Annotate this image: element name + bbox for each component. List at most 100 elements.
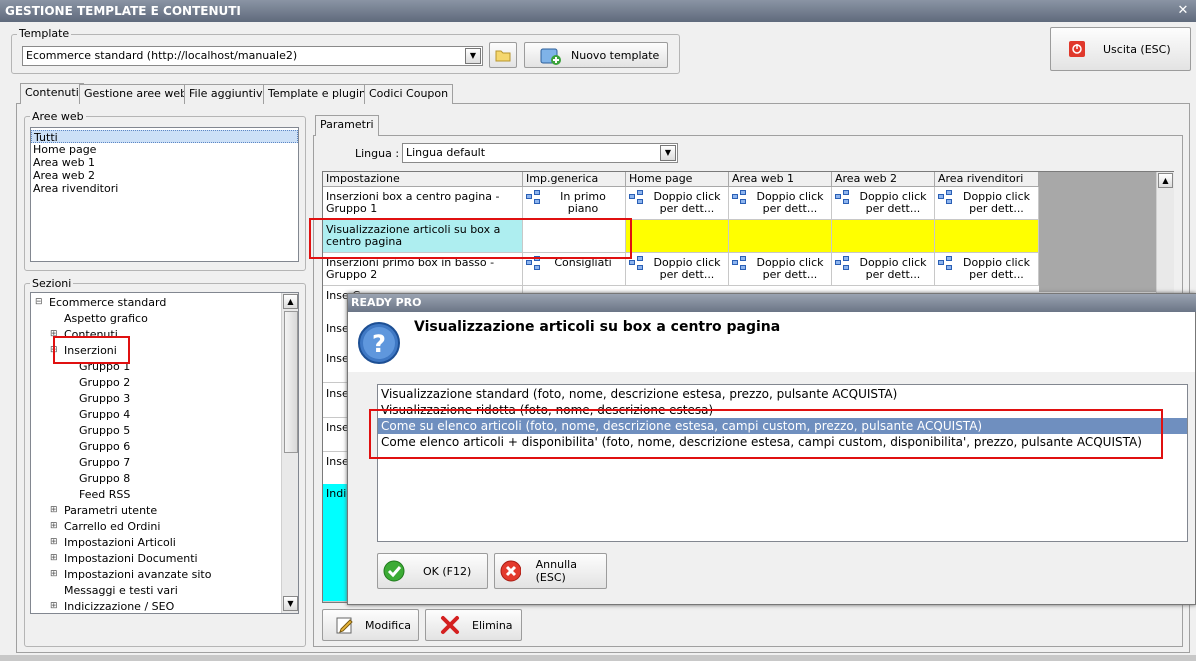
cell-text: In primo piano <box>560 190 606 215</box>
tree-item[interactable]: Impostazioni avanzate sito <box>64 568 211 582</box>
expand-icon[interactable]: ⊞ <box>50 505 58 515</box>
tree-item[interactable]: Impostazioni Documenti <box>64 552 198 566</box>
list-item[interactable]: Tutti <box>31 130 298 144</box>
ok-button[interactable]: OK (F12) <box>377 553 488 589</box>
tree-item[interactable]: Indicizzazione / SEO <box>64 600 174 613</box>
tree-item[interactable]: Gruppo 3 <box>79 392 130 406</box>
column-header[interactable]: Area web 2 <box>832 172 935 187</box>
tree-value-icon <box>835 190 850 205</box>
list-item[interactable]: Home page <box>31 143 298 156</box>
tree-item[interactable]: Parametri utente <box>64 504 157 518</box>
table-cell[interactable]: Doppio click per dett... <box>729 187 832 220</box>
table-cell[interactable]: Doppio click per dett... <box>832 253 935 286</box>
tree-item[interactable]: Gruppo 8 <box>79 472 130 486</box>
tab-template-plugins[interactable]: Template e plugins <box>263 84 377 104</box>
cell-text: Doppio click per dett... <box>756 256 824 281</box>
tree-item[interactable]: Gruppo 7 <box>79 456 130 470</box>
tree-value-icon <box>732 190 747 205</box>
collapse-icon[interactable]: ⊟ <box>35 297 43 307</box>
aree-web-list[interactable]: Tutti Home page Area web 1 Area web 2 Ar… <box>30 127 299 262</box>
highlight-options <box>369 409 1163 459</box>
svg-text:?: ? <box>372 330 386 358</box>
table-cell[interactable]: In primo piano <box>523 187 626 220</box>
expand-icon[interactable]: ⊞ <box>50 601 58 611</box>
exit-label: Uscita (ESC) <box>1103 42 1171 56</box>
list-item[interactable]: Area web 1 <box>31 156 298 169</box>
column-header[interactable]: Area web 1 <box>729 172 832 187</box>
option-item[interactable]: Visualizzazione standard (foto, nome, de… <box>378 386 1187 402</box>
column-header[interactable]: Home page <box>626 172 729 187</box>
cell-text: Doppio click per dett... <box>962 190 1031 215</box>
cell-text: Doppio click per dett... <box>653 190 721 215</box>
tree-value-icon <box>835 256 850 271</box>
expand-icon[interactable]: ⊞ <box>50 537 58 547</box>
scroll-up-icon[interactable]: ▲ <box>283 294 298 309</box>
tab-contenuti[interactable]: Contenuti <box>20 83 84 104</box>
expand-icon[interactable]: ⊞ <box>50 569 58 579</box>
delete-icon <box>441 616 459 634</box>
tree-item[interactable]: Gruppo 2 <box>79 376 130 390</box>
tree-item[interactable]: Gruppo 6 <box>79 440 130 454</box>
tree-item[interactable]: Messaggi e testi vari <box>64 584 178 598</box>
table-cell[interactable] <box>832 220 935 253</box>
tree-value-icon <box>938 190 953 205</box>
chevron-down-icon[interactable]: ▼ <box>660 145 676 161</box>
tree-item[interactable]: Ecommerce standard <box>49 296 166 310</box>
choice-dialog: READY PRO ? Visualizzazione articoli su … <box>347 293 1196 605</box>
tree-scrollbar[interactable]: ▲ ▼ <box>281 293 298 613</box>
tree-item[interactable]: Impostazioni Articoli <box>64 536 176 550</box>
table-cell[interactable]: Doppio click per dett... <box>626 187 729 220</box>
tree-item[interactable]: Carrello ed Ordini <box>64 520 160 534</box>
exit-button[interactable]: Uscita (ESC) <box>1050 27 1191 71</box>
elimina-button[interactable]: Elimina <box>425 609 522 641</box>
list-item[interactable]: Area web 2 <box>31 169 298 182</box>
edit-icon <box>336 617 353 634</box>
expand-icon[interactable]: ⊞ <box>50 521 58 531</box>
modifica-label: Modifica <box>365 618 411 632</box>
window-bottom-border <box>0 655 1196 661</box>
template-select[interactable]: Ecommerce standard (http://localhost/man… <box>22 46 483 66</box>
scroll-down-icon[interactable]: ▼ <box>283 596 298 611</box>
cell-text: Doppio click per dett... <box>962 256 1031 281</box>
folder-icon <box>495 50 511 62</box>
tab-gestione-aree-web[interactable]: Gestione aree web <box>79 84 193 104</box>
table-cell[interactable]: Doppio click per dett... <box>935 253 1039 286</box>
highlight-inserzioni <box>53 336 130 364</box>
tab-parametri[interactable]: Parametri <box>315 115 379 136</box>
options-list[interactable]: Visualizzazione standard (foto, nome, de… <box>377 384 1188 542</box>
modifica-button[interactable]: Modifica <box>322 609 419 641</box>
open-folder-button[interactable] <box>489 42 517 68</box>
chevron-down-icon[interactable]: ▼ <box>465 48 481 64</box>
table-cell[interactable] <box>626 220 729 253</box>
tree-item[interactable]: Gruppo 5 <box>79 424 130 438</box>
scroll-up-icon[interactable]: ▲ <box>1158 173 1173 188</box>
column-header[interactable]: Imp.generica <box>523 172 626 187</box>
tab-file-aggiuntivi[interactable]: File aggiuntivi <box>184 84 271 104</box>
expand-icon[interactable]: ⊞ <box>50 553 58 563</box>
tab-codici-coupon[interactable]: Codici Coupon <box>364 84 454 104</box>
new-template-label: Nuovo template <box>571 48 660 62</box>
close-icon[interactable]: ✕ <box>1176 0 1190 22</box>
tree-item[interactable]: Aspetto grafico <box>64 312 148 326</box>
table-cell[interactable]: Doppio click per dett... <box>729 253 832 286</box>
table-cell[interactable]: Doppio click per dett... <box>832 187 935 220</box>
lingua-label: Lingua : <box>355 147 400 160</box>
table-row-name[interactable]: Inserzioni box a centro pagina - Gruppo … <box>323 187 523 220</box>
scroll-thumb[interactable] <box>284 311 298 453</box>
new-template-icon <box>540 48 561 65</box>
new-template-button[interactable]: Nuovo template <box>524 42 668 68</box>
table-cell[interactable]: Doppio click per dett... <box>935 187 1039 220</box>
lingua-select[interactable]: Lingua default ▼ <box>402 143 678 163</box>
table-cell[interactable] <box>729 220 832 253</box>
list-item[interactable]: Area rivenditori <box>31 182 298 195</box>
column-header[interactable]: Impostazione <box>323 172 523 187</box>
cancel-button[interactable]: Annulla (ESC) <box>494 553 607 589</box>
table-cell[interactable] <box>935 220 1039 253</box>
tree-item[interactable]: Feed RSS <box>79 488 130 502</box>
column-header[interactable]: Area rivenditori <box>935 172 1039 187</box>
lingua-value: Lingua default <box>406 146 486 159</box>
sezioni-label: Sezioni <box>30 277 74 290</box>
tree-item[interactable]: Gruppo 4 <box>79 408 130 422</box>
table-cell[interactable]: Doppio click per dett... <box>626 253 729 286</box>
tree-value-icon <box>938 256 953 271</box>
